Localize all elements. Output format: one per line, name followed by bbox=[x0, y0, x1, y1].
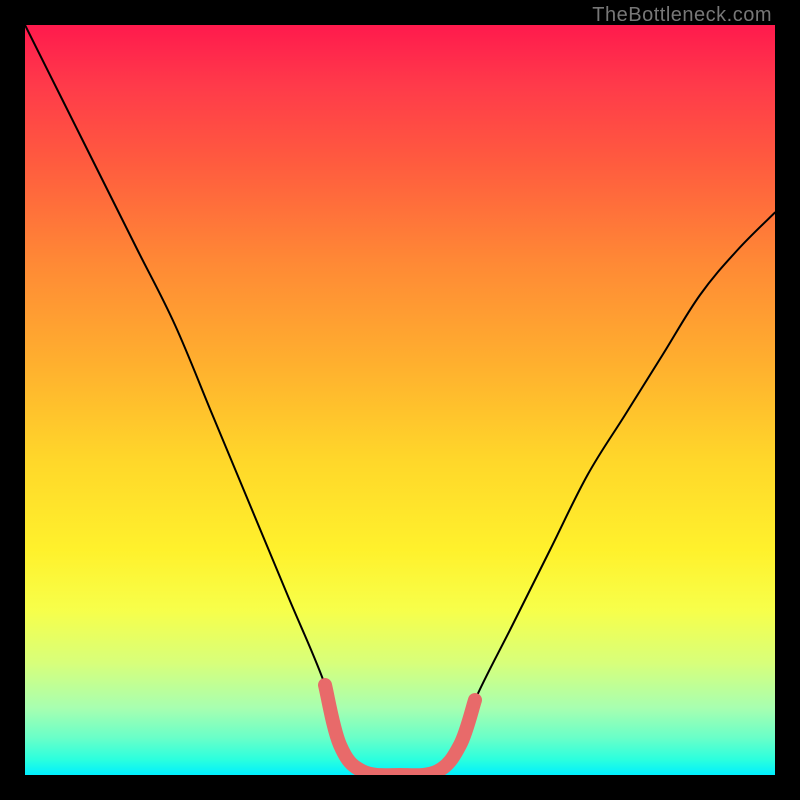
optimal-zone-highlight-line bbox=[325, 685, 475, 775]
chart-svg bbox=[25, 25, 775, 775]
watermark-text: TheBottleneck.com bbox=[592, 4, 772, 27]
bottleneck-curve-line bbox=[25, 25, 775, 775]
chart-frame: TheBottleneck.com bbox=[0, 0, 800, 800]
plot-area bbox=[25, 25, 775, 775]
